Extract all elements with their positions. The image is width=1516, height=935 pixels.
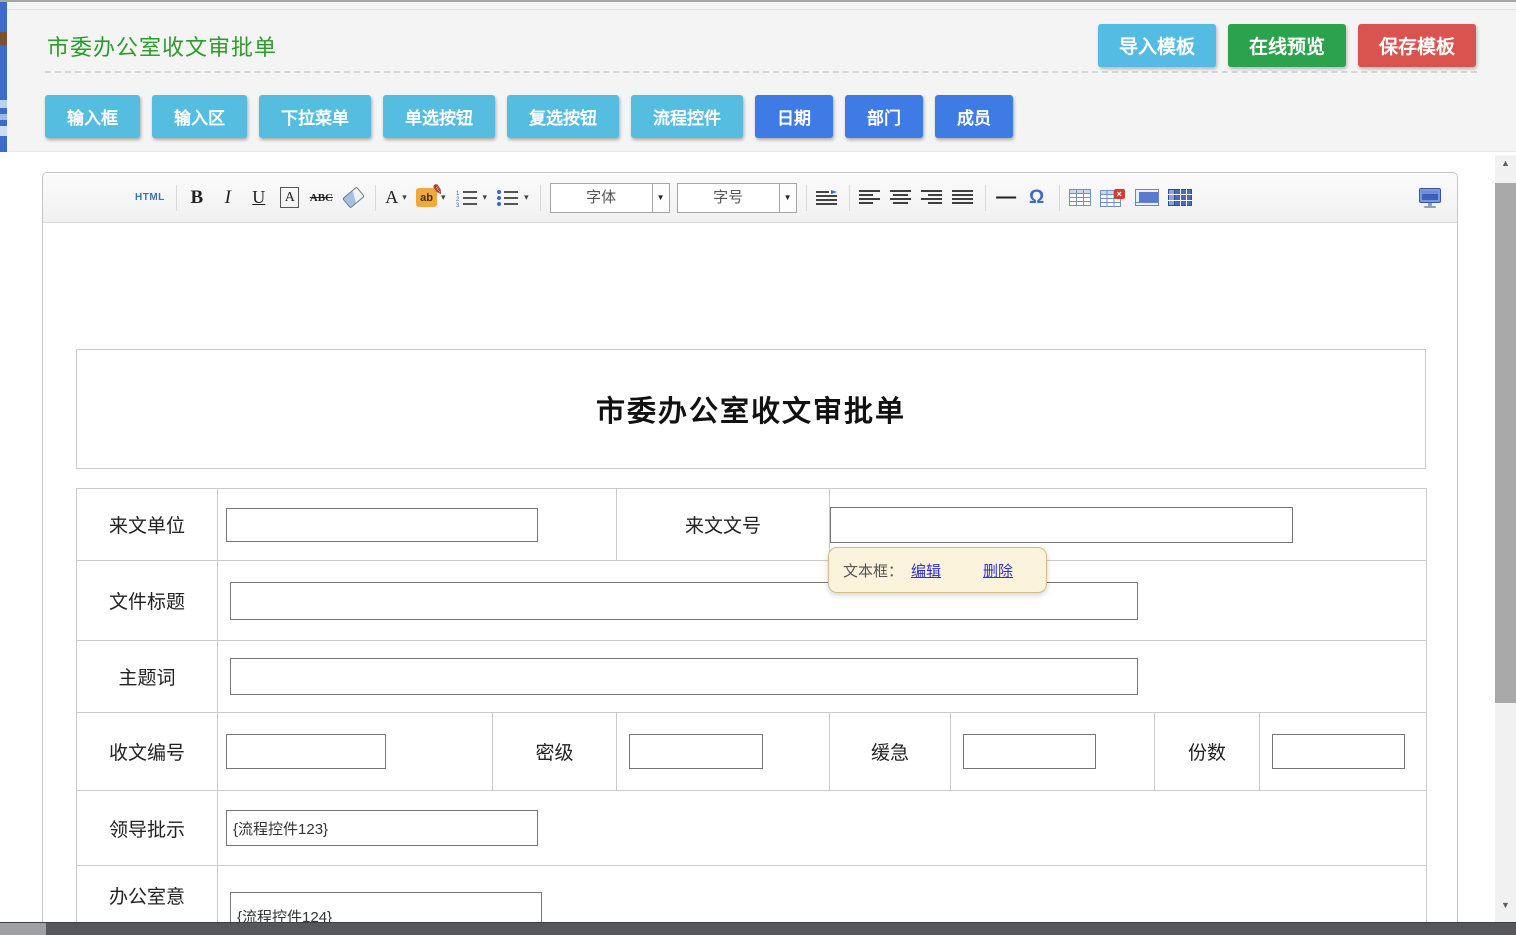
label-copies: 份数: [1155, 713, 1260, 791]
label-receive-no: 收文编号: [77, 713, 218, 791]
window-top-edge: [0, 0, 1516, 2]
highlight-color-icon[interactable]: ab✎▾: [416, 183, 446, 213]
scrollbar-thumb[interactable]: [1495, 183, 1516, 703]
editor-toolbar: HTML B I U A ABC A▾ ab✎▾ 1 2 3 ▾: [43, 173, 1457, 223]
indent-icon[interactable]: [816, 183, 838, 213]
toolbar-divider: [540, 185, 541, 211]
online-preview-button[interactable]: 在线预览: [1228, 24, 1346, 67]
toolbar-divider: [1059, 185, 1060, 211]
tooltip-label: 文本框：: [843, 560, 903, 581]
chevron-down-icon[interactable]: ▼: [652, 184, 669, 212]
font-color-icon[interactable]: A▾: [385, 183, 407, 213]
font-style-box-icon[interactable]: A: [280, 187, 299, 208]
header-actions: 导入模板 在线预览 保存模板: [1098, 24, 1476, 67]
subject-input[interactable]: [230, 658, 1138, 695]
vertical-scrollbar[interactable]: ▲ ▼: [1495, 155, 1516, 922]
remove-format-eraser-icon[interactable]: [342, 183, 364, 213]
font-family-select[interactable]: 字体▼: [550, 183, 670, 213]
fullscreen-monitor-icon[interactable]: [1417, 183, 1443, 213]
insert-table-icon[interactable]: [1069, 183, 1091, 213]
widget-department-button[interactable]: 部门: [845, 95, 923, 138]
editor-document-area[interactable]: 市委办公室收文审批单 来文单位 来文文号 文件标题: [43, 223, 1457, 935]
source-unit-input[interactable]: [226, 508, 538, 542]
doc-no-input[interactable]: [830, 507, 1293, 543]
delete-table-icon[interactable]: ×: [1100, 183, 1126, 213]
label-doc-title: 文件标题: [77, 561, 218, 641]
align-right-icon[interactable]: [921, 183, 943, 213]
leader-note-flow-control-input[interactable]: [226, 810, 538, 846]
strikethrough-icon[interactable]: ABC: [310, 183, 333, 213]
widget-input-box-button[interactable]: 输入框: [45, 95, 140, 138]
left-strip-mark: [0, 100, 7, 108]
left-strip-mark: [0, 126, 7, 136]
page-title: 市委办公室收文审批单: [47, 30, 277, 62]
table-row: 主题词: [77, 641, 1427, 713]
tooltip-delete-link[interactable]: 删除: [983, 560, 1013, 581]
form-container: 市委办公室收文审批单 来文单位 来文文号 文件标题: [76, 349, 1426, 935]
table-row: 领导批示: [77, 791, 1427, 866]
label-doc-no: 来文文号: [617, 489, 830, 561]
widget-member-button[interactable]: 成员: [935, 95, 1013, 138]
source-code-icon[interactable]: HTML: [135, 183, 165, 213]
ordered-list-icon[interactable]: 1 2 3 ▾: [455, 183, 488, 213]
label-source-unit: 来文单位: [77, 489, 218, 561]
bullet-list-icon[interactable]: ▾: [496, 183, 529, 213]
italic-icon[interactable]: I: [217, 183, 239, 213]
widget-button-row: 输入框 输入区 下拉菜单 单选按钮 复选按钮 流程控件 日期 部门 成员: [45, 95, 1013, 138]
table-row: 来文单位 来文文号: [77, 489, 1427, 561]
left-strip-mark: [0, 114, 7, 120]
form-fields-table: 来文单位 来文文号 文件标题 主题词 收文编号 密级: [76, 488, 1427, 935]
underline-icon[interactable]: U: [248, 183, 270, 213]
copies-input[interactable]: [1272, 734, 1405, 769]
table-row: 收文编号 密级 缓急 份数: [77, 713, 1427, 791]
label-subject: 主题词: [77, 641, 218, 713]
table-grid-icon[interactable]: [1168, 183, 1192, 213]
rich-text-editor-panel: HTML B I U A ABC A▾ ab✎▾ 1 2 3 ▾: [42, 172, 1458, 935]
merge-cell-icon[interactable]: [1135, 183, 1159, 213]
svg-text:×: ×: [1116, 189, 1121, 199]
toolbar-divider: [849, 185, 850, 211]
label-secrecy: 密级: [493, 713, 617, 791]
toolbar-divider: [176, 185, 177, 211]
urgency-input[interactable]: [963, 734, 1096, 769]
widget-flow-control-button[interactable]: 流程控件: [631, 95, 743, 138]
scroll-up-arrow-icon[interactable]: ▲: [1495, 155, 1516, 172]
bottom-window-bar: [0, 922, 1516, 935]
widget-checkbox-button[interactable]: 复选按钮: [507, 95, 619, 138]
form-title: 市委办公室收文审批单: [596, 396, 906, 428]
widget-textarea-button[interactable]: 输入区: [152, 95, 247, 138]
toolbar-divider: [806, 185, 807, 211]
toolbar-divider: [375, 185, 376, 211]
left-window-strip: [0, 2, 7, 152]
bottom-bar-segment: [0, 923, 46, 935]
form-title-table: 市委办公室收文审批单: [76, 349, 1426, 469]
textbox-edit-tooltip: 文本框： 编辑 删除: [828, 547, 1047, 593]
label-leader-note: 领导批示: [77, 791, 218, 866]
chevron-down-icon[interactable]: ▼: [779, 184, 796, 212]
label-urgency: 缓急: [830, 713, 951, 791]
left-strip-mark: [0, 32, 7, 45]
tooltip-edit-link[interactable]: 编辑: [911, 560, 941, 581]
horizontal-rule-icon[interactable]: —: [995, 183, 1017, 213]
widget-dropdown-button[interactable]: 下拉菜单: [259, 95, 371, 138]
window-top-edge-inner: [0, 9, 1516, 10]
font-size-select[interactable]: 字号▼: [677, 183, 797, 213]
toolbar-divider: [985, 185, 986, 211]
save-template-button[interactable]: 保存模板: [1358, 24, 1476, 67]
scroll-down-arrow-icon[interactable]: ▼: [1495, 897, 1516, 914]
widget-radio-button[interactable]: 单选按钮: [383, 95, 495, 138]
receive-no-input[interactable]: [226, 734, 386, 769]
import-template-button[interactable]: 导入模板: [1098, 24, 1216, 67]
special-character-icon[interactable]: Ω: [1026, 183, 1048, 213]
align-left-icon[interactable]: [859, 183, 881, 213]
svg-text:3: 3: [456, 203, 460, 207]
align-center-icon[interactable]: [890, 183, 912, 213]
align-justify-icon[interactable]: [952, 183, 974, 213]
widget-date-button[interactable]: 日期: [755, 95, 833, 138]
dashed-separator: [45, 71, 1477, 73]
table-row: 文件标题: [77, 561, 1427, 641]
secrecy-input[interactable]: [629, 734, 763, 769]
bold-icon[interactable]: B: [186, 183, 208, 213]
